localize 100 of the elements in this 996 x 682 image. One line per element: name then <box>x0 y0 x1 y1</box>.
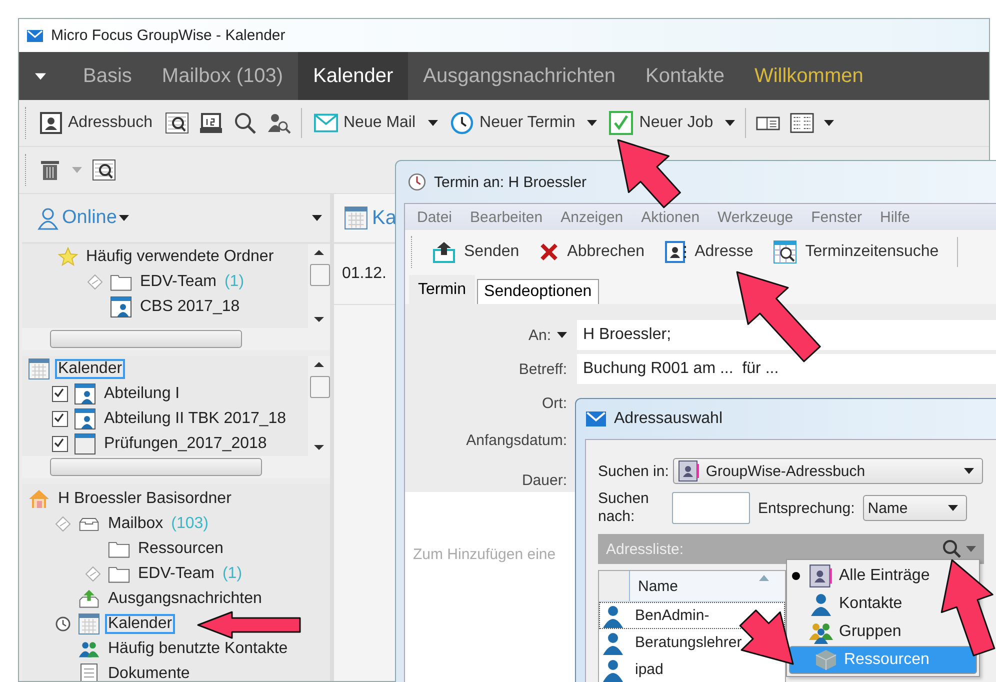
list-item[interactable]: Beratungslehrer <box>635 634 742 651</box>
sort-icon <box>759 575 769 581</box>
clock-icon <box>450 111 474 135</box>
cube-icon <box>814 648 838 672</box>
tab[interactable]: Termin <box>409 275 476 304</box>
send-button[interactable]: Senden <box>430 238 522 266</box>
person-calendar-icon <box>110 296 132 318</box>
menu-item[interactable]: Fenster <box>811 208 862 226</box>
busy-search-button[interactable]: Terminzeitensuche <box>771 238 941 266</box>
cancel-button[interactable]: Abbrechen <box>537 240 647 264</box>
window-title: Micro Focus GroupWise - Kalender <box>51 27 286 44</box>
menu-item[interactable]: Alle Einträge <box>789 562 934 590</box>
calendar-name[interactable]: Abteilung I <box>102 384 182 402</box>
house-icon <box>28 488 50 510</box>
scrollbar[interactable] <box>22 456 330 478</box>
match-dropdown[interactable]: Name <box>862 495 967 521</box>
trash-icon[interactable] <box>38 158 62 182</box>
folder-name[interactable]: EDV-Team <box>138 272 218 290</box>
field-label: Anfangsdatum: <box>466 432 567 448</box>
mail-icon <box>27 28 43 44</box>
nav-tab[interactable]: Willkommen <box>739 52 878 100</box>
clock-icon <box>408 173 426 191</box>
checkbox[interactable] <box>52 386 68 402</box>
caret-icon[interactable] <box>587 120 598 126</box>
folder-name[interactable]: Ausgangsnachrichten <box>106 590 264 608</box>
window-title: Adressauswahl <box>614 410 722 428</box>
scrollbar[interactable] <box>22 328 330 350</box>
list-label: Adressliste: <box>606 540 684 558</box>
field-label: Entsprechung: <box>758 500 855 516</box>
search-icon[interactable] <box>232 111 256 135</box>
new-appointment-button[interactable]: Neuer Termin <box>448 109 578 137</box>
scrollbar[interactable] <box>308 244 330 328</box>
checkbox[interactable] <box>52 410 68 426</box>
menu-item[interactable]: Bearbeiten <box>470 208 543 226</box>
new-task-button[interactable]: Neuer Job <box>607 109 716 137</box>
folder-name[interactable]: Dokumente <box>106 664 192 681</box>
caret-icon[interactable] <box>557 332 567 338</box>
pointer-arrow <box>617 139 681 208</box>
menu-item[interactable]: Gruppen <box>789 618 906 646</box>
calendar-name[interactable]: Abteilung II TBK 2017_18 <box>102 410 288 428</box>
section-title[interactable]: Kalender <box>56 360 124 378</box>
column-header[interactable]: Name <box>630 578 678 594</box>
menu-item[interactable]: Anzeigen <box>560 208 624 226</box>
folder-name[interactable]: Häufig benutzte Kontakte <box>106 640 290 658</box>
folder-name[interactable]: CBS 2017_18 <box>138 298 242 316</box>
folder-name[interactable]: Ressourcen <box>136 540 226 558</box>
folder-name[interactable]: EDV-Team <box>136 564 216 582</box>
person-icon <box>601 658 625 682</box>
folder-name[interactable]: Kalender <box>106 614 174 632</box>
caret-icon[interactable] <box>725 120 736 126</box>
cross-icon <box>539 242 560 262</box>
calendar-icon <box>344 206 368 230</box>
tab[interactable]: Sendeoptionen <box>477 279 599 304</box>
new-mail-button[interactable]: Neue Mail <box>312 109 418 137</box>
field-label: Ort: <box>542 394 567 412</box>
address-button[interactable]: Adresse <box>662 239 756 265</box>
grid-view-icon[interactable] <box>790 111 814 135</box>
calendar-name[interactable]: Prüfungen_2017_2018 <box>102 434 269 452</box>
caret-icon[interactable] <box>118 215 129 221</box>
caret-icon <box>964 468 974 474</box>
nav-tab[interactable]: Ausgangsnachrichten <box>408 52 630 100</box>
input-field[interactable]: Buchung R001 am ... für ... <box>577 354 996 384</box>
envelope-icon <box>314 111 338 135</box>
nav-tab[interactable]: Kalender <box>298 52 408 100</box>
list-item[interactable]: BenAdmin- <box>635 607 710 624</box>
document-icon <box>78 662 100 681</box>
scrollbar[interactable] <box>308 356 330 456</box>
menu-item[interactable]: Datei <box>417 208 452 226</box>
find-icon[interactable] <box>92 158 116 182</box>
list-item[interactable]: ipad <box>635 661 664 678</box>
search-field[interactable] <box>672 492 750 524</box>
nav-tab[interactable]: Mailbox (103) <box>146 52 298 100</box>
field-label: Suchen in: <box>598 462 669 480</box>
folder-name[interactable]: Mailbox <box>106 514 166 532</box>
find-icon[interactable] <box>164 111 188 135</box>
calendar-icon[interactable] <box>198 111 222 135</box>
input-field[interactable]: H Broessler; <box>577 320 996 350</box>
outbox-icon <box>78 588 100 610</box>
addressbook-icon <box>809 564 833 588</box>
person-search-icon[interactable] <box>266 111 290 135</box>
folder-name[interactable]: H Broessler Basisordner <box>56 490 234 508</box>
caret-icon[interactable] <box>824 120 834 126</box>
person-calendar-icon <box>74 382 96 404</box>
caret-icon[interactable] <box>428 120 438 126</box>
nav-tab[interactable]: Basis <box>68 52 147 100</box>
caret-icon[interactable] <box>35 72 46 80</box>
menu-item[interactable]: Kontakte <box>789 590 906 618</box>
caret-icon[interactable] <box>312 215 322 221</box>
nav-tab[interactable]: Kontakte <box>630 52 740 100</box>
menu-item[interactable]: Werkzeuge <box>718 208 794 226</box>
addressbook-button[interactable]: Adressbuch <box>38 110 154 136</box>
menu-item[interactable]: Hilfe <box>880 208 910 226</box>
window-title: Termin an: H Broessler <box>434 174 587 190</box>
menu-item[interactable]: Aktionen <box>641 208 700 226</box>
search-icon[interactable] <box>942 539 962 559</box>
person-icon <box>601 604 625 628</box>
addressbook-dropdown[interactable]: GroupWise-Adressbuch <box>672 458 983 484</box>
addressbook-icon <box>40 112 62 134</box>
person-icon <box>809 592 833 616</box>
checkbox[interactable] <box>52 436 68 452</box>
